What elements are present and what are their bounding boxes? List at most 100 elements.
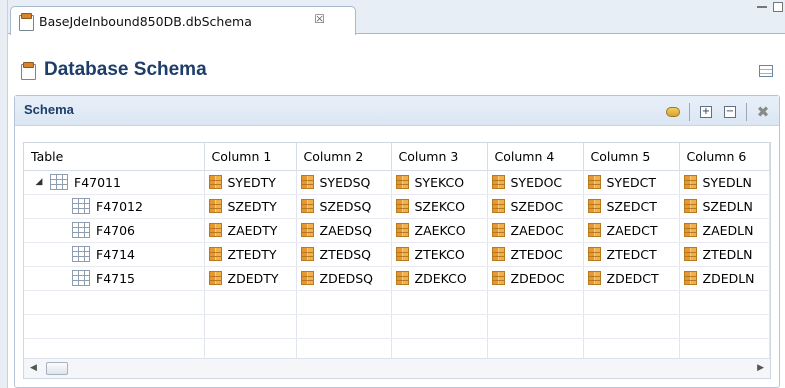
scroll-left-icon[interactable]: ◀ (30, 363, 37, 373)
column-cell[interactable]: SZEDSQ (296, 194, 392, 219)
column-name: SYEDLN (702, 174, 752, 190)
column-cell[interactable]: ZTEDTY (204, 242, 297, 267)
column-name: ZAEDLN (702, 222, 754, 238)
table-row[interactable]: F47012 SZEDTY SZEDSQ SZEKCO SZEDOC SZEDCT SZED… (24, 194, 770, 219)
column-cell[interactable]: ZAEDLN (679, 218, 770, 243)
column-cell[interactable]: SYEDSQ (296, 170, 392, 195)
column-cell[interactable]: ZDEDCT (583, 266, 680, 291)
column-icon (587, 175, 601, 189)
table-row[interactable]: F4715 ZDEDTY ZDEDSQ ZDEKCO ZDEDOC ZDEDCT ZDEDL… (24, 266, 770, 291)
column-cell[interactable]: ZDEDSQ (296, 266, 392, 291)
empty-cell (487, 290, 584, 315)
toolbar-separator (746, 103, 747, 121)
column-icon (300, 247, 314, 261)
column-icon (395, 271, 409, 285)
column-icon (208, 271, 222, 285)
column-cell[interactable] (769, 218, 770, 243)
column-header[interactable]: Column 6 (679, 143, 770, 171)
view-menu-icon[interactable] (759, 65, 773, 77)
table-name-cell[interactable]: F4706 (24, 218, 205, 243)
database-icon[interactable] (665, 104, 681, 120)
column-cell[interactable]: ZTEDSQ (296, 242, 392, 267)
column-cell[interactable]: ZAEKCO (391, 218, 488, 243)
column-icon (208, 223, 222, 237)
table-name-cell[interactable]: ◢ F47011 (24, 170, 205, 195)
column-cell[interactable]: SZEDOC (487, 194, 584, 219)
table-name-cell[interactable]: F47012 (24, 194, 205, 219)
table-name: F47012 (96, 198, 143, 214)
column-header[interactable]: C (769, 143, 770, 171)
expand-arrow-icon[interactable]: ◢ (34, 177, 44, 187)
column-name: SYEDSQ (319, 174, 371, 190)
table-name-cell[interactable]: F4714 (24, 242, 205, 267)
scroll-right-icon[interactable]: ▶ (757, 363, 764, 373)
column-cell[interactable]: ZDEDTY (204, 266, 297, 291)
close-tab-icon[interactable]: ☒ (314, 12, 325, 26)
column-name: SZEDOC (510, 198, 564, 214)
table-row[interactable]: F4706 ZAEDTY ZAEDSQ ZAEKCO ZAEDOC ZAEDCT ZAEDL… (24, 218, 770, 243)
column-cell[interactable]: ZAEDTY (204, 218, 297, 243)
horizontal-scrollbar[interactable]: ◀ ▶ (24, 358, 770, 378)
column-name: ZDEDTY (227, 270, 279, 286)
empty-cell (391, 290, 488, 315)
column-header[interactable]: Column 1 (204, 143, 297, 171)
column-cell[interactable]: ZAEDSQ (296, 218, 392, 243)
column-cell[interactable]: ZAEDCT (583, 218, 680, 243)
column-cell[interactable]: SYEDLN (679, 170, 770, 195)
column-cell[interactable]: SYEDOC (487, 170, 584, 195)
column-header[interactable]: Column 2 (296, 143, 392, 171)
column-cell[interactable]: ZTEKCO (391, 242, 488, 267)
column-cell[interactable]: SZEKCO (391, 194, 488, 219)
file-icon (21, 62, 36, 80)
column-header[interactable]: Table (24, 143, 205, 171)
column-icon (395, 199, 409, 213)
column-cell[interactable]: ZTEDOC (487, 242, 584, 267)
table-name: F4706 (96, 222, 136, 238)
column-header[interactable]: Column 5 (583, 143, 680, 171)
scrollbar-thumb[interactable] (46, 362, 68, 375)
column-cell[interactable]: ZDEDOC (487, 266, 584, 291)
column-cell[interactable]: SYEDCT (583, 170, 680, 195)
column-cell[interactable] (769, 194, 770, 219)
table-row[interactable]: ◢ F47011 SYEDTY SYEDSQ SYEKCO SYEDOC SYEDCT SYE… (24, 170, 770, 195)
column-icon (491, 247, 505, 261)
minimize-icon[interactable] (757, 6, 767, 8)
table-row[interactable]: F4714 ZTEDTY ZTEDSQ ZTEKCO ZTEDOC ZTEDCT ZTEDL… (24, 242, 770, 267)
column-cell[interactable]: ZTEDCT (583, 242, 680, 267)
column-cell[interactable]: SYEKCO (391, 170, 488, 195)
column-icon (491, 271, 505, 285)
column-cell[interactable] (769, 266, 770, 291)
schema-table[interactable]: Table Column 1 Column 2 Column 3 Column … (23, 142, 771, 379)
empty-cell (679, 290, 770, 315)
column-cell[interactable]: ZDEDLN (679, 266, 770, 291)
column-cell[interactable]: SZEDTY (204, 194, 297, 219)
column-cell[interactable] (769, 170, 770, 195)
empty-cell (296, 314, 392, 339)
column-icon (395, 247, 409, 261)
maximize-icon[interactable] (773, 2, 783, 12)
expand-all-icon[interactable]: + (698, 104, 714, 120)
column-header[interactable]: Column 4 (487, 143, 584, 171)
column-cell[interactable] (769, 242, 770, 267)
column-cell[interactable]: SYEDTY (204, 170, 297, 195)
column-icon (395, 223, 409, 237)
empty-row (24, 314, 770, 339)
column-cell[interactable]: ZDEKCO (391, 266, 488, 291)
empty-cell (769, 314, 770, 339)
table-name-cell[interactable]: F4715 (24, 266, 205, 291)
column-name: ZDEDSQ (319, 270, 374, 286)
column-icon (587, 271, 601, 285)
column-cell[interactable]: ZAEDOC (487, 218, 584, 243)
column-header[interactable]: Column 3 (391, 143, 488, 171)
section-header: Schema + − ✖ (15, 96, 779, 126)
editor-tab[interactable]: BaseJdeInbound850DB.dbSchema ☒ (10, 6, 356, 35)
delete-icon[interactable]: ✖ (755, 103, 771, 121)
column-cell[interactable]: SZEDCT (583, 194, 680, 219)
column-cell[interactable]: SZEDLN (679, 194, 770, 219)
column-icon (683, 175, 697, 189)
empty-cell (204, 314, 297, 339)
table-name: F4715 (96, 270, 136, 286)
column-icon (208, 199, 222, 213)
column-cell[interactable]: ZTEDLN (679, 242, 770, 267)
collapse-all-icon[interactable]: − (722, 104, 738, 120)
